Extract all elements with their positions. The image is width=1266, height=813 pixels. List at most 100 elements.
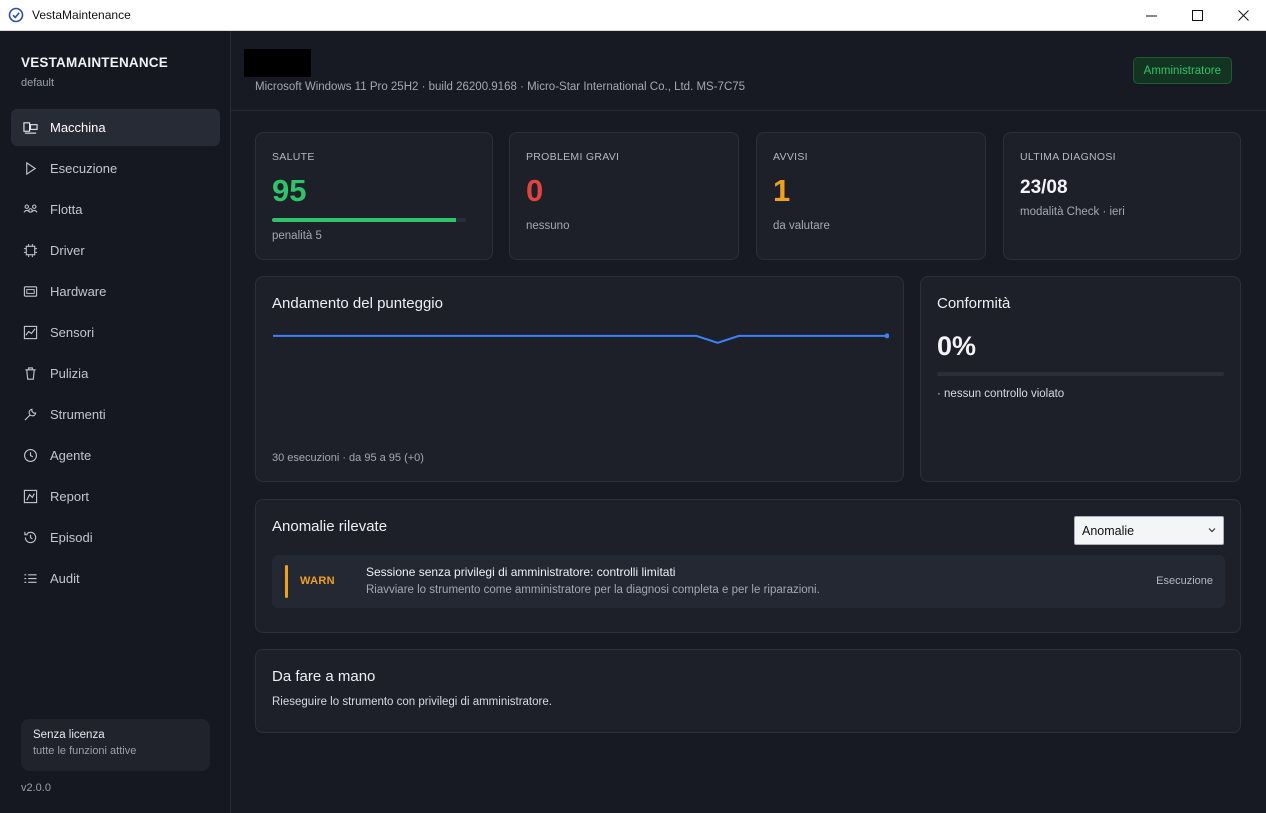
- sidebar-item-label: Audit: [50, 571, 80, 586]
- app-logo-icon: [8, 7, 24, 23]
- sidebar-item-agente[interactable]: Agente: [11, 437, 220, 474]
- system-info: Microsoft Windows 11 Pro 25H2 · build 26…: [255, 81, 746, 93]
- score-trend-line: [273, 334, 887, 344]
- hardware-icon: [22, 284, 38, 300]
- last-diagnosis-label: ULTIMA DIAGNOSI: [1020, 151, 1116, 163]
- minimize-button[interactable]: [1128, 0, 1174, 31]
- sidebar-item-label: Esecuzione: [50, 161, 118, 176]
- warnings-card: AVVISI 1 da valutare: [756, 132, 986, 260]
- close-icon: [1237, 10, 1249, 21]
- minimize-icon: [1145, 15, 1157, 17]
- sidebar-nav: Macchina Esecuzione Flotta Driver Hardwa…: [11, 109, 220, 601]
- health-value: 95: [272, 173, 307, 208]
- health-progress: [272, 218, 466, 222]
- compliance-value: 0%: [937, 331, 977, 361]
- warnings-sub: da valutare: [773, 220, 830, 232]
- compliance-card: Conformità 0% · nessun controllo violato: [920, 276, 1241, 482]
- compliance-progress: [937, 372, 1224, 376]
- critical-value: 0: [526, 173, 544, 208]
- anomalies-title: Anomalie rilevate: [272, 518, 388, 535]
- maximize-icon: [1191, 10, 1203, 21]
- compliance-note: · nessun controllo violato: [937, 388, 1065, 400]
- sidebar-item-strumenti[interactable]: Strumenti: [11, 396, 220, 433]
- chip-icon: [22, 243, 38, 259]
- window-title: VestaMaintenance: [32, 8, 131, 22]
- score-trend-last-point: [884, 333, 889, 339]
- manual-tasks-title: Da fare a mano: [272, 668, 376, 685]
- anomalies-filter-value: Anomalie: [1082, 523, 1135, 538]
- role-badge: Amministratore: [1132, 57, 1232, 84]
- sidebar-item-label: Hardware: [50, 284, 107, 299]
- trend-card: Andamento del punteggio 30 esecuzioni · …: [255, 276, 904, 482]
- sensor-icon: [22, 325, 38, 341]
- trash-icon: [22, 366, 38, 382]
- sidebar-item-pulizia[interactable]: Pulizia: [11, 355, 220, 392]
- sidebar: VESTAMAINTENANCE default Macchina Esecuz…: [0, 31, 231, 813]
- warnings-label: AVVISI: [773, 151, 808, 163]
- critical-card: PROBLEMI GRAVI 0 nessuno: [509, 132, 739, 260]
- license-title: Senza licenza: [33, 729, 105, 741]
- sidebar-item-label: Sensori: [50, 325, 95, 340]
- compliance-title: Conformità: [937, 295, 1011, 312]
- sidebar-item-sensori[interactable]: Sensori: [11, 314, 220, 351]
- sidebar-item-label: Agente: [50, 448, 92, 463]
- health-label: SALUTE: [272, 151, 315, 163]
- sidebar-item-label: Report: [50, 489, 90, 504]
- chevron-down-icon: [1208, 528, 1216, 533]
- manual-tasks-card: Da fare a mano Rieseguire lo strumento c…: [255, 649, 1241, 733]
- manual-task-text: Rieseguire lo strumento con privilegi di…: [272, 696, 552, 708]
- last-diagnosis-date: 23/08: [1020, 177, 1068, 198]
- sidebar-item-label: Pulizia: [50, 366, 89, 381]
- license-subtitle: tutte le funzioni attive: [33, 745, 137, 757]
- sidebar-item-episodi[interactable]: Episodi: [11, 519, 220, 556]
- list-icon: [22, 571, 38, 587]
- sidebar-item-label: Strumenti: [50, 407, 106, 422]
- fleet-icon: [22, 202, 38, 218]
- warnings-value: 1: [773, 173, 791, 208]
- play-icon: [22, 161, 38, 177]
- sidebar-item-label: Macchina: [50, 120, 106, 135]
- critical-label: PROBLEMI GRAVI: [526, 151, 620, 163]
- anomalies-filter-select[interactable]: Anomalie: [1074, 516, 1224, 545]
- health-card: SALUTE 95 penalità 5: [255, 132, 493, 260]
- sidebar-item-esecuzione[interactable]: Esecuzione: [11, 150, 220, 187]
- last-diagnosis-mode: modalità Check · ieri: [1020, 206, 1125, 218]
- wrench-icon: [22, 407, 38, 423]
- sidebar-item-flotta[interactable]: Flotta: [11, 191, 220, 228]
- anomalies-card: Anomalie rilevate Anomalie WARN Sessione…: [255, 499, 1241, 633]
- anomaly-category: Esecuzione: [1156, 575, 1213, 587]
- clock-icon: [22, 448, 38, 464]
- sidebar-item-label: Flotta: [50, 202, 83, 217]
- trend-footer: 30 esecuzioni · da 95 a 95 (+0): [272, 452, 424, 464]
- maximize-button[interactable]: [1174, 0, 1220, 31]
- anomaly-description: Riavviare lo strumento come amministrato…: [366, 584, 820, 596]
- machine-icon: [22, 120, 38, 136]
- anomaly-item[interactable]: WARN Sessione senza privilegi di amminis…: [272, 555, 1225, 608]
- redacted-hostname: [244, 49, 311, 77]
- sidebar-item-report[interactable]: Report: [11, 478, 220, 515]
- profile-name: default: [21, 77, 55, 89]
- critical-sub: nessuno: [526, 220, 570, 232]
- license-box: Senza licenza tutte le funzioni attive: [21, 719, 210, 771]
- sidebar-item-driver[interactable]: Driver: [11, 232, 220, 269]
- page-header: Microsoft Windows 11 Pro 25H2 · build 26…: [231, 31, 1266, 111]
- sidebar-item-label: Driver: [50, 243, 85, 258]
- sidebar-item-hardware[interactable]: Hardware: [11, 273, 220, 310]
- app-version: v2.0.0: [21, 782, 51, 794]
- sidebar-item-macchina[interactable]: Macchina: [11, 109, 220, 146]
- health-penalty: penalità 5: [272, 230, 322, 242]
- sidebar-item-label: Episodi: [50, 530, 93, 545]
- anomaly-level: WARN: [300, 575, 335, 587]
- health-progress-fill: [272, 218, 457, 222]
- score-trend-chart: [273, 333, 889, 344]
- sidebar-item-audit[interactable]: Audit: [11, 560, 220, 597]
- severity-indicator: [285, 565, 288, 598]
- brand-title: VESTAMAINTENANCE: [21, 55, 168, 70]
- anomaly-title: Sessione senza privilegi di amministrato…: [366, 565, 676, 579]
- trend-title: Andamento del punteggio: [272, 295, 443, 312]
- last-diagnosis-card: ULTIMA DIAGNOSI 23/08 modalità Check · i…: [1003, 132, 1241, 260]
- title-bar: VestaMaintenance: [0, 0, 1266, 31]
- report-icon: [22, 489, 38, 505]
- history-icon: [22, 530, 38, 546]
- close-button[interactable]: [1220, 0, 1266, 31]
